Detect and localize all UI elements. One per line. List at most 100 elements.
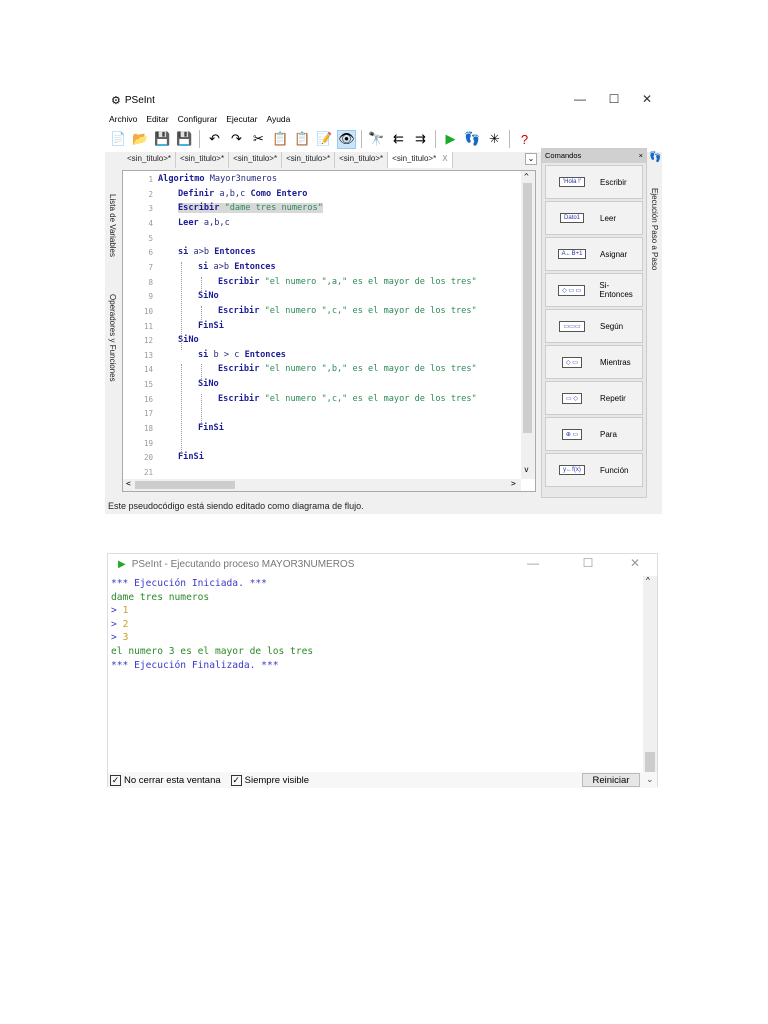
code-line[interactable]: Algoritmo Mayor3numeros	[158, 174, 277, 184]
code-token-id: a,b,c	[219, 188, 251, 199]
icon-text: ◇ ▭	[562, 356, 582, 368]
menu-configurar[interactable]: Configurar	[178, 114, 218, 124]
find-previous-button[interactable]: ⇇	[389, 130, 408, 149]
code-line[interactable]: Escribir "el numero ",c," es el mayor de…	[218, 394, 477, 404]
minimize-button[interactable]: —	[565, 92, 595, 106]
paste-button[interactable]: 📋	[293, 130, 312, 149]
code-token-kw: si	[198, 261, 214, 272]
horizontal-scrollbar[interactable]: < >	[123, 479, 521, 491]
command-escribir[interactable]: 'Hola !' Escribir	[545, 165, 643, 199]
code-token-id: a,b,c	[203, 217, 230, 228]
tab-sin-titulo[interactable]: <sin_titulo>*	[176, 152, 230, 168]
new-file-button[interactable]: 📄	[109, 130, 128, 149]
code-line[interactable]: Escribir "dame tres numeros"	[178, 203, 323, 214]
tab-sin-titulo[interactable]: <sin_titulo>*	[229, 152, 283, 168]
code-line[interactable]: SiNo	[198, 379, 219, 389]
command-funci-n[interactable]: y←f(x) Función	[545, 453, 643, 487]
vertical-scrollbar[interactable]: ^ v	[521, 171, 535, 479]
no-cerrar-checkbox[interactable]: ✓ No cerrar esta ventana	[110, 774, 221, 786]
menu-ayuda[interactable]: Ayuda	[266, 114, 290, 124]
command-mientras[interactable]: ◇ ▭ Mientras	[545, 345, 643, 379]
command-para[interactable]: ⊕ ▭ Para	[545, 417, 643, 451]
code-line[interactable]: SiNo	[198, 291, 219, 301]
code-line[interactable]: Definir a,b,c Como Entero	[178, 189, 307, 199]
command-label: Asignar	[600, 249, 628, 259]
command-repetir[interactable]: ▭ ◇ Repetir	[545, 381, 643, 415]
tab-sin-titulo[interactable]: <sin_titulo>*	[123, 152, 177, 168]
undo-button[interactable]: ↶	[205, 130, 224, 149]
operators-functions-tab[interactable]: Operadores y Funciones	[108, 294, 117, 382]
code-token-str: "el numero ",c," es el mayor de los tres…	[264, 393, 477, 404]
code-editor[interactable]: 1 Algoritmo Mayor3numeros 2 Definir a,b,c C…	[122, 170, 536, 492]
tab-sin-titulo[interactable]: <sin_titulo>*	[335, 152, 389, 168]
maximize-button[interactable]: ☐	[599, 92, 629, 106]
code-token-str: "el numero ",a," es el mayor de los tres…	[264, 276, 477, 287]
minimize-button[interactable]: —	[518, 556, 548, 570]
mientras-flowchart-icon: ◇ ▭	[550, 352, 594, 372]
code-line[interactable]: FinSi	[198, 423, 224, 433]
tab-close-icon[interactable]: X	[442, 154, 447, 163]
close-button[interactable]: ✕	[632, 92, 662, 106]
line-number: 4	[148, 218, 153, 228]
icon-text: ▭▭▭	[559, 320, 585, 332]
console-scrollbar[interactable]: ^	[643, 576, 657, 772]
code-line[interactable]: Escribir "el numero ",a," es el mayor de…	[218, 277, 477, 287]
command-label: Escribir	[600, 177, 627, 187]
menu-archivo[interactable]: Archivo	[109, 114, 137, 124]
step-by-step-tab[interactable]: Ejecución Paso a Paso	[650, 188, 659, 270]
code-line[interactable]: si a>b Entonces	[198, 262, 276, 272]
line-number: 13	[143, 350, 153, 360]
save-as-button[interactable]: 💾	[175, 130, 194, 149]
escribir-flowchart-icon: 'Hola !'	[550, 172, 594, 192]
command-asignar[interactable]: A←B+1 Asignar	[545, 237, 643, 271]
copy-button[interactable]: 📋	[271, 130, 290, 149]
tab-sin-titulo[interactable]: <sin_titulo>*	[282, 152, 336, 168]
help-button[interactable]: ?	[515, 130, 534, 149]
close-button[interactable]: ✕	[620, 556, 650, 570]
save-button[interactable]: 💾	[153, 130, 172, 149]
variables-list-tab[interactable]: Lista de Variables	[108, 194, 117, 257]
flowchart-view-button[interactable]: 👁	[337, 129, 356, 149]
code-line[interactable]: Escribir "el numero ",b," es el mayor de…	[218, 364, 477, 374]
maximize-button[interactable]: ☐	[573, 556, 603, 570]
menu-ejecutar[interactable]: Ejecutar	[226, 114, 257, 124]
toolbar-separator	[361, 130, 362, 148]
command-leer[interactable]: Dato1 Leer	[545, 201, 643, 235]
code-line[interactable]: FinSi	[198, 321, 224, 331]
console-text: 1	[122, 605, 129, 617]
tabs-dropdown-button[interactable]: ⌄	[525, 153, 537, 165]
tab-label: <sin_titulo>*	[339, 154, 384, 163]
draw-flowchart-button[interactable]: ✳	[485, 130, 504, 149]
code-line[interactable]: Escribir "el numero ",c," es el mayor de…	[218, 306, 477, 316]
funci-n-flowchart-icon: y←f(x)	[550, 460, 594, 480]
tab-sin-titulo[interactable]: <sin_titulo>* X	[388, 152, 453, 168]
indent-guide	[181, 261, 182, 350]
toolbar-separator	[199, 130, 200, 148]
command-si-entonces[interactable]: ◇ ▭ ▭ Si-Entonces	[545, 273, 643, 307]
siempre-visible-checkbox[interactable]: ✓ Siempre visible	[230, 774, 309, 786]
open-button[interactable]: 📂	[131, 130, 150, 149]
console-line: *** Ejecución Finalizada. ***	[111, 660, 279, 671]
code-line[interactable]: si b > c Entonces	[198, 350, 286, 360]
find-icon: 🔭	[368, 131, 385, 146]
menu-editar[interactable]: Editar	[146, 114, 168, 124]
cut-icon: ✂	[253, 131, 264, 146]
code-line[interactable]: Leer a,b,c	[178, 218, 230, 228]
command-seg-n[interactable]: ▭▭▭ Según	[545, 309, 643, 343]
step-by-step-icon: 👣	[464, 131, 481, 146]
correct-indent-button[interactable]: 📝	[315, 130, 334, 149]
code-line[interactable]: FinSi	[178, 452, 204, 462]
cut-button[interactable]: ✂	[249, 130, 268, 149]
find-button[interactable]: 🔭	[367, 130, 386, 149]
draw-flowchart-icon: ✳	[489, 131, 500, 146]
code-line[interactable]: si a>b Entonces	[178, 247, 256, 257]
run-button[interactable]: ▶	[441, 130, 460, 149]
reiniciar-button[interactable]: Reiniciar	[582, 773, 640, 787]
find-next-button[interactable]: ⇉	[411, 130, 430, 149]
undo-icon: ↶	[209, 131, 220, 146]
line-number: 6	[148, 248, 153, 258]
redo-button[interactable]: ↷	[227, 130, 246, 149]
line-number: 10	[143, 306, 153, 316]
commands-close-button[interactable]: ×	[639, 151, 643, 161]
step-by-step-button[interactable]: 👣	[463, 130, 482, 149]
